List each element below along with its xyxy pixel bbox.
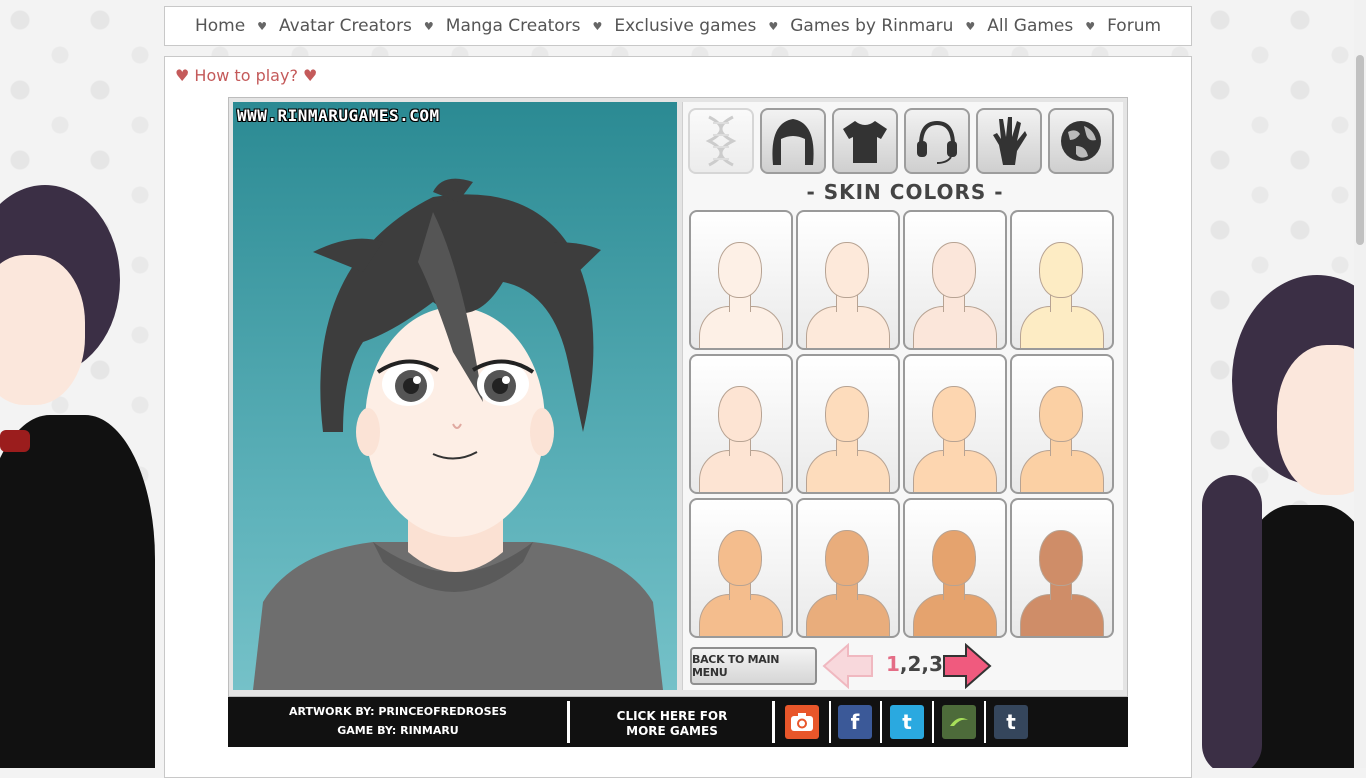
swatch-head: [718, 242, 762, 298]
skin-color-swatch[interactable]: [1010, 354, 1114, 494]
footer-divider: [880, 701, 882, 743]
nav-separator: ♥: [768, 19, 779, 33]
swatch-head: [825, 530, 869, 586]
facebook-icon: f: [850, 710, 860, 734]
back-to-main-menu-button[interactable]: BACK TO MAIN MENU: [690, 647, 817, 685]
swatch-body: [913, 594, 997, 636]
skin-color-swatch[interactable]: [689, 498, 793, 638]
swatch-head: [1039, 386, 1083, 442]
camera-button[interactable]: [785, 705, 819, 739]
game-credit: GAME BY: RINMARU: [337, 724, 459, 737]
decorative-character-left: [0, 185, 160, 768]
nav-exclusive-games[interactable]: Exclusive games: [606, 16, 764, 36]
site-watermark: WWW.RINMARUGAMES.COM: [237, 106, 440, 125]
swatch-body: [1020, 306, 1104, 348]
swatch-head: [718, 530, 762, 586]
camera-icon: [791, 713, 813, 731]
other-pages[interactable]: ,2,3: [900, 652, 943, 676]
category-hair-button[interactable]: [760, 108, 826, 174]
swatch-body: [806, 450, 890, 492]
nav-separator: ♥: [423, 19, 434, 33]
how-to-play-link[interactable]: ♥ How to play? ♥: [175, 66, 317, 85]
page-indicator: 1,2,3: [886, 652, 943, 676]
swatch-head: [825, 242, 869, 298]
nav-forum[interactable]: Forum: [1099, 16, 1169, 36]
swatch-head: [1039, 530, 1083, 586]
swatch-head: [932, 530, 976, 586]
nav-separator: ♥: [592, 19, 603, 33]
swatch-head: [718, 386, 762, 442]
footer-divider: [772, 701, 775, 743]
skin-color-swatch[interactable]: [796, 354, 900, 494]
footer-divider: [932, 701, 934, 743]
nav-all-games[interactable]: All Games: [979, 16, 1081, 36]
main-nav: Home ♥ Avatar Creators ♥ Manga Creators …: [164, 6, 1192, 46]
swatch-body: [806, 306, 890, 348]
swatch-body: [913, 306, 997, 348]
current-page[interactable]: 1: [886, 652, 900, 676]
footer-divider: [984, 701, 986, 743]
twitter-button[interactable]: t: [890, 705, 924, 739]
nav-separator: ♥: [965, 19, 976, 33]
swatch-head: [932, 242, 976, 298]
nav-separator: ♥: [1085, 19, 1096, 33]
swatch-head: [825, 386, 869, 442]
skin-color-swatch[interactable]: [689, 210, 793, 350]
skin-color-swatch[interactable]: [689, 354, 793, 494]
skin-color-swatch[interactable]: [1010, 498, 1114, 638]
swatch-head: [1039, 242, 1083, 298]
scrollbar-thumb[interactable]: [1356, 55, 1364, 245]
skin-color-swatch[interactable]: [796, 498, 900, 638]
decorative-character-right: [1192, 275, 1366, 768]
avatar-stage: [233, 102, 677, 690]
facebook-button[interactable]: f: [838, 705, 872, 739]
deviantart-button[interactable]: [942, 705, 976, 739]
page-scrollbar[interactable]: [1354, 0, 1366, 768]
skin-color-swatch[interactable]: [903, 210, 1007, 350]
deviantart-icon: [950, 718, 968, 726]
skin-color-swatch[interactable]: [1010, 210, 1114, 350]
skin-color-swatch[interactable]: [903, 498, 1007, 638]
prev-arrow-icon[interactable]: [822, 643, 873, 689]
avatar-preview: [253, 178, 663, 690]
swatch-body: [699, 306, 783, 348]
tumblr-icon: t: [1006, 710, 1016, 734]
footer-divider: [829, 701, 831, 743]
hand-icon: [993, 117, 1027, 165]
nav-home[interactable]: Home: [187, 16, 253, 36]
skin-color-swatch[interactable]: [796, 210, 900, 350]
artwork-credit: ARTWORK BY: PRINCEOFREDROSES: [289, 705, 507, 718]
category-pose-button[interactable]: [976, 108, 1042, 174]
nav-manga-creators[interactable]: Manga Creators: [438, 16, 589, 36]
category-body-button[interactable]: [688, 108, 754, 174]
swatch-body: [913, 450, 997, 492]
more-games-line1: CLICK HERE FOR: [616, 709, 728, 723]
dna-icon: [705, 115, 737, 167]
category-clothes-button[interactable]: [832, 108, 898, 174]
tumblr-button[interactable]: t: [994, 705, 1028, 739]
shirt-icon: [843, 121, 887, 163]
swatch-body: [699, 594, 783, 636]
globe-icon: [1061, 121, 1101, 161]
more-games-line2: MORE GAMES: [626, 724, 718, 738]
nav-avatar-creators[interactable]: Avatar Creators: [271, 16, 420, 36]
swatch-body: [1020, 450, 1104, 492]
category-accessories-button[interactable]: [904, 108, 970, 174]
credits: ARTWORK BY: PRINCEOFREDROSES GAME BY: RI…: [228, 702, 568, 740]
nav-separator: ♥: [257, 19, 268, 33]
hair-icon: [772, 119, 814, 165]
category-background-button[interactable]: [1048, 108, 1114, 174]
skin-color-swatch[interactable]: [903, 354, 1007, 494]
more-games-link[interactable]: CLICK HERE FOR MORE GAMES: [572, 709, 772, 739]
nav-games-by-rinmaru[interactable]: Games by Rinmaru: [782, 16, 961, 36]
section-title: - SKIN COLORS -: [806, 180, 1004, 204]
headphones-icon: [917, 120, 957, 164]
swatch-head: [932, 386, 976, 442]
next-arrow-icon[interactable]: [943, 643, 992, 689]
swatch-body: [699, 450, 783, 492]
swatch-body: [806, 594, 890, 636]
swatch-body: [1020, 594, 1104, 636]
footer-divider: [567, 701, 570, 743]
twitter-icon: t: [902, 710, 912, 734]
